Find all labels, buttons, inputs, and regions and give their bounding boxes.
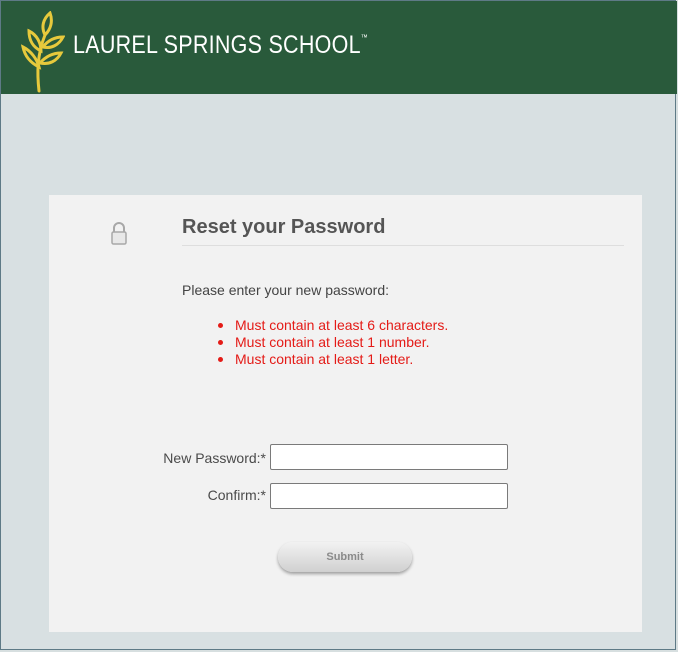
confirm-password-label: Confirm:* <box>207 487 266 503</box>
new-password-input[interactable] <box>270 444 508 470</box>
password-rules-list: Must contain at least 6 characters. Must… <box>218 317 448 368</box>
password-rule: Must contain at least 1 number. <box>218 334 448 351</box>
lock-icon <box>111 222 127 245</box>
submit-button[interactable]: Submit <box>278 542 412 572</box>
site-header: LAUREL SPRINGS SCHOOL™ <box>1 1 677 94</box>
password-rule: Must contain at least 6 characters. <box>218 317 448 334</box>
instructions-text: Please enter your new password: <box>182 282 389 298</box>
page-title: Reset your Password <box>182 216 624 246</box>
wheat-sprig-icon <box>20 11 65 93</box>
password-rule: Must contain at least 1 letter. <box>218 351 448 368</box>
school-logo-text: LAUREL SPRINGS SCHOOL™ <box>73 31 368 59</box>
confirm-password-input[interactable] <box>270 483 508 509</box>
trademark-mark: ™ <box>360 33 368 42</box>
new-password-label: New Password:* <box>163 450 266 466</box>
